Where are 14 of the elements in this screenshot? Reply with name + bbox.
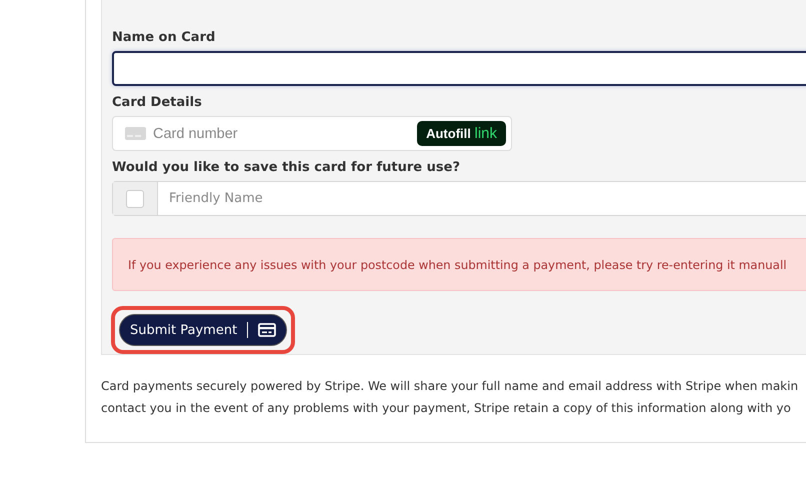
field-label: Would you like to save this card for future use?: [112, 160, 462, 176]
card-icon: [258, 323, 276, 337]
autofill-button[interactable]: Autofill link: [417, 121, 506, 146]
submit-payment-button[interactable]: Submit Payment: [119, 314, 288, 346]
save-card-checkbox[interactable]: [126, 190, 144, 208]
stripe-notice-text: Card payments securely powered by Stripe. We will share your full name and email address with Stripe when makin: [101, 378, 800, 395]
card-number-field[interactable]: Card number Autofill link: [112, 116, 512, 151]
alert-text: If you experience any issues with your postcode when submitting a payment, please try re-entering it manuall: [128, 258, 787, 272]
friendly-name-field[interactable]: Friendly Name: [112, 181, 806, 216]
name-input-field[interactable]: [112, 51, 806, 86]
stripe-notice-text: contact you in the event of any problems with your payment, Stripe retain a copy of this information along with yo: [101, 400, 792, 417]
card-icon: [125, 127, 146, 140]
field-label: Card Details: [112, 95, 203, 111]
field-label: Name on Card: [112, 30, 216, 46]
